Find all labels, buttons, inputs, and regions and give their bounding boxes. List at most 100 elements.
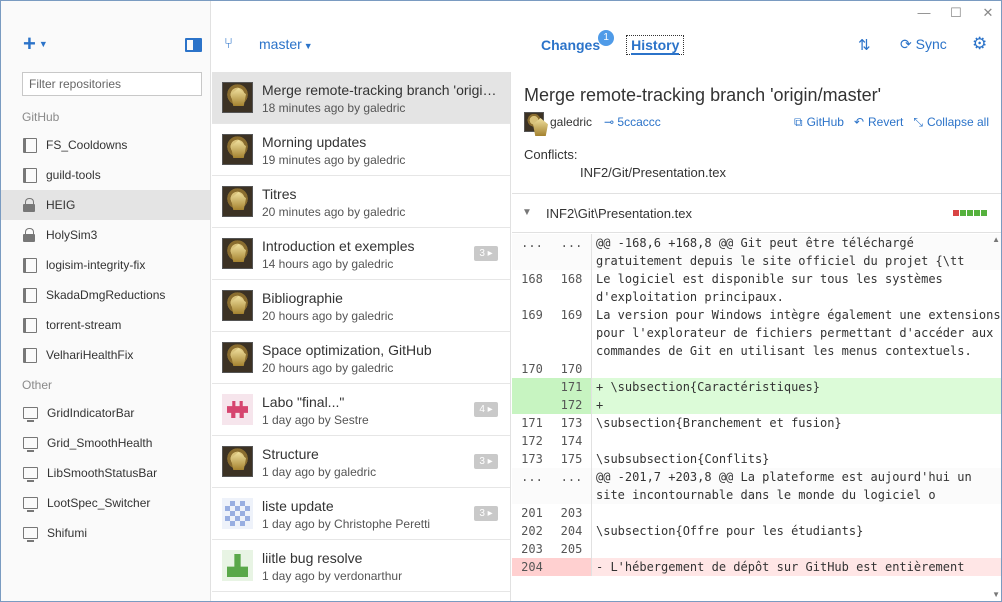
- repo-name: LootSpec_Switcher: [47, 496, 151, 510]
- new-line-number: 205: [552, 540, 592, 558]
- old-line-number: 201: [521, 506, 543, 520]
- book-icon: [23, 167, 37, 183]
- commit-item[interactable]: liitle bug resolve 1 day ago by verdonart…: [212, 540, 510, 592]
- repo-name: HolySim3: [46, 228, 98, 242]
- chevron-down-icon[interactable]: ▼: [522, 207, 532, 218]
- sidebar-item-repo[interactable]: GridIndicatorBar: [1, 398, 210, 428]
- section-title-other: Other: [22, 378, 53, 392]
- commit-sha-label: 5ccaccc: [617, 115, 661, 129]
- branch-icon: ⑂: [224, 35, 234, 52]
- commit-expand-badge[interactable]: 3 ▸: [474, 506, 498, 521]
- commit-item[interactable]: Morning updates 19 minutes ago by galedri…: [212, 124, 510, 176]
- pull-request-icon[interactable]: ⇅: [858, 36, 871, 54]
- avatar: [222, 446, 253, 477]
- sidebar-item-repo[interactable]: VelhariHealthFix: [1, 340, 210, 370]
- branch-selector[interactable]: master ▼: [259, 36, 313, 52]
- diff-line: ...... @@ -201,7 +203,8 @@ La plateforme …: [512, 468, 1001, 504]
- commit-title: Labo "final...": [262, 394, 345, 410]
- sync-button[interactable]: ⟳ Sync: [900, 36, 947, 53]
- commit-expand-badge[interactable]: 3 ▸: [474, 454, 498, 469]
- avatar: [222, 238, 253, 269]
- tab-history[interactable]: History: [626, 35, 685, 55]
- diff-line: 173 175 \subsubsection{Conflits}: [512, 450, 1001, 468]
- collapse-all-button[interactable]: ⤡ Collapse all: [913, 115, 989, 130]
- sidebar-item-repo[interactable]: FS_Cooldowns: [1, 130, 210, 160]
- scroll-down-icon[interactable]: ▼: [992, 590, 1000, 599]
- sidebar-item-repo[interactable]: LootSpec_Switcher: [1, 488, 210, 518]
- diff-line-text: \subsection{Branchement et fusion}: [596, 416, 842, 430]
- sidebar-item-repo[interactable]: logisim-integrity-fix: [1, 250, 210, 280]
- diff-line-text: \subsection{Offre pour les étudiants}: [596, 524, 864, 538]
- avatar: [222, 290, 253, 321]
- new-line-number: 175: [552, 450, 592, 468]
- sidebar-item-repo[interactable]: SkadaDmgReductions: [1, 280, 210, 310]
- diff-line: 168 168 Le logiciel est disponible sur tou…: [512, 270, 1001, 306]
- avatar: [222, 394, 253, 425]
- repo-name: SkadaDmgReductions: [46, 288, 166, 302]
- toggle-sidebar-icon[interactable]: [185, 38, 202, 52]
- changes-count-badge: 1: [598, 30, 615, 46]
- old-line-number: 172: [521, 434, 543, 448]
- commit-item[interactable]: Structure 1 day ago by galedric 3 ▸: [212, 436, 510, 488]
- repository-sidebar: + ▼ GitHub FS_Cooldowns guild-tools HEIG Ho…: [1, 1, 211, 601]
- commit-icon: ⊸: [604, 115, 618, 129]
- sidebar-item-repo[interactable]: guild-tools: [1, 160, 210, 190]
- commit-meta: 19 minutes ago by galedric: [262, 153, 406, 167]
- close-icon[interactable]: ✕: [981, 5, 995, 21]
- scroll-up-icon[interactable]: ▲: [992, 235, 1000, 244]
- commit-item[interactable]: Labo "final..." 1 day ago by Sestre 4 ▸: [212, 384, 510, 436]
- filter-repositories-input[interactable]: [22, 72, 202, 96]
- commit-item[interactable]: liste update 1 day ago by Christophe Pere…: [212, 488, 510, 540]
- commit-expand-badge[interactable]: 4 ▸: [474, 402, 498, 417]
- minimize-icon[interactable]: —: [917, 5, 931, 21]
- sidebar-item-repo[interactable]: Grid_SmoothHealth: [1, 428, 210, 458]
- commit-meta: 1 day ago by galedric: [262, 465, 377, 479]
- tab-history-label: History: [631, 37, 680, 53]
- book-icon: [23, 347, 37, 363]
- commit-item[interactable]: Space optimization, GitHub 20 hours ago b…: [212, 332, 510, 384]
- repo-name: FS_Cooldowns: [46, 138, 128, 152]
- commit-meta: 14 hours ago by galedric: [262, 257, 394, 271]
- sidebar-item-repo[interactable]: torrent-stream: [1, 310, 210, 340]
- sidebar-item-repo[interactable]: HEIG: [1, 190, 210, 220]
- diff-line-text: [592, 540, 1001, 558]
- github-button[interactable]: ⧉ GitHub: [794, 115, 844, 130]
- sidebar-item-repo[interactable]: Shifumi: [1, 518, 210, 548]
- avatar: [222, 186, 253, 217]
- sync-icon: ⟳: [900, 36, 916, 52]
- commit-title: Merge remote-tracking branch 'origin/mas…: [262, 82, 502, 98]
- add-repository-button[interactable]: + ▼: [23, 33, 48, 55]
- diff-line: 202 204 \subsection{Offre pour les étudian…: [512, 522, 1001, 540]
- diff-file-header[interactable]: ▼ INF2\Git\Presentation.tex: [512, 193, 1001, 233]
- monitor-icon: [23, 407, 38, 422]
- revert-icon: ↶: [853, 115, 864, 129]
- new-line-number: [552, 558, 592, 576]
- revert-button[interactable]: ↶ Revert: [854, 115, 903, 130]
- gear-icon[interactable]: ⚙: [972, 34, 987, 54]
- new-line-number: ...: [552, 468, 592, 504]
- maximize-icon[interactable]: ☐: [949, 5, 963, 21]
- diff-line-text: [592, 360, 1001, 378]
- tab-changes-label: Changes: [541, 37, 601, 53]
- sidebar-item-repo[interactable]: HolySim3: [1, 220, 210, 250]
- diff-line-text: Le logiciel est disponible sur tous les …: [596, 272, 951, 304]
- diff-stat-block: [981, 210, 987, 216]
- commit-item[interactable]: Titres 20 minutes ago by galedric: [212, 176, 510, 228]
- old-line-number: 203: [521, 542, 543, 556]
- diff-line: 169 169 La version pour Windows intègre ég…: [512, 306, 1001, 360]
- monitor-icon: [23, 527, 38, 542]
- commit-item[interactable]: Bibliographie 20 hours ago by galedric: [212, 280, 510, 332]
- diff-line: 204 - L'hébergement de dépôt sur GitHub e…: [512, 558, 1001, 576]
- commit-expand-badge[interactable]: 3 ▸: [474, 246, 498, 261]
- diff-line-text: [592, 504, 1001, 522]
- diff-line-text: La version pour Windows intègre égalemen…: [596, 308, 1001, 358]
- commit-meta: 20 minutes ago by galedric: [262, 205, 406, 219]
- commit-title: liitle bug resolve: [262, 550, 363, 566]
- commit-item[interactable]: Introduction et exemples 14 hours ago by …: [212, 228, 510, 280]
- old-line-number: ...: [521, 470, 543, 484]
- lock-icon: [23, 197, 37, 213]
- sidebar-item-repo[interactable]: LibSmoothStatusBar: [1, 458, 210, 488]
- commit-sha[interactable]: ⊸ 5ccaccc: [604, 115, 661, 129]
- commit-item[interactable]: Merge remote-tracking branch 'origin/mas…: [212, 72, 510, 124]
- tab-changes[interactable]: Changes 1: [541, 30, 615, 53]
